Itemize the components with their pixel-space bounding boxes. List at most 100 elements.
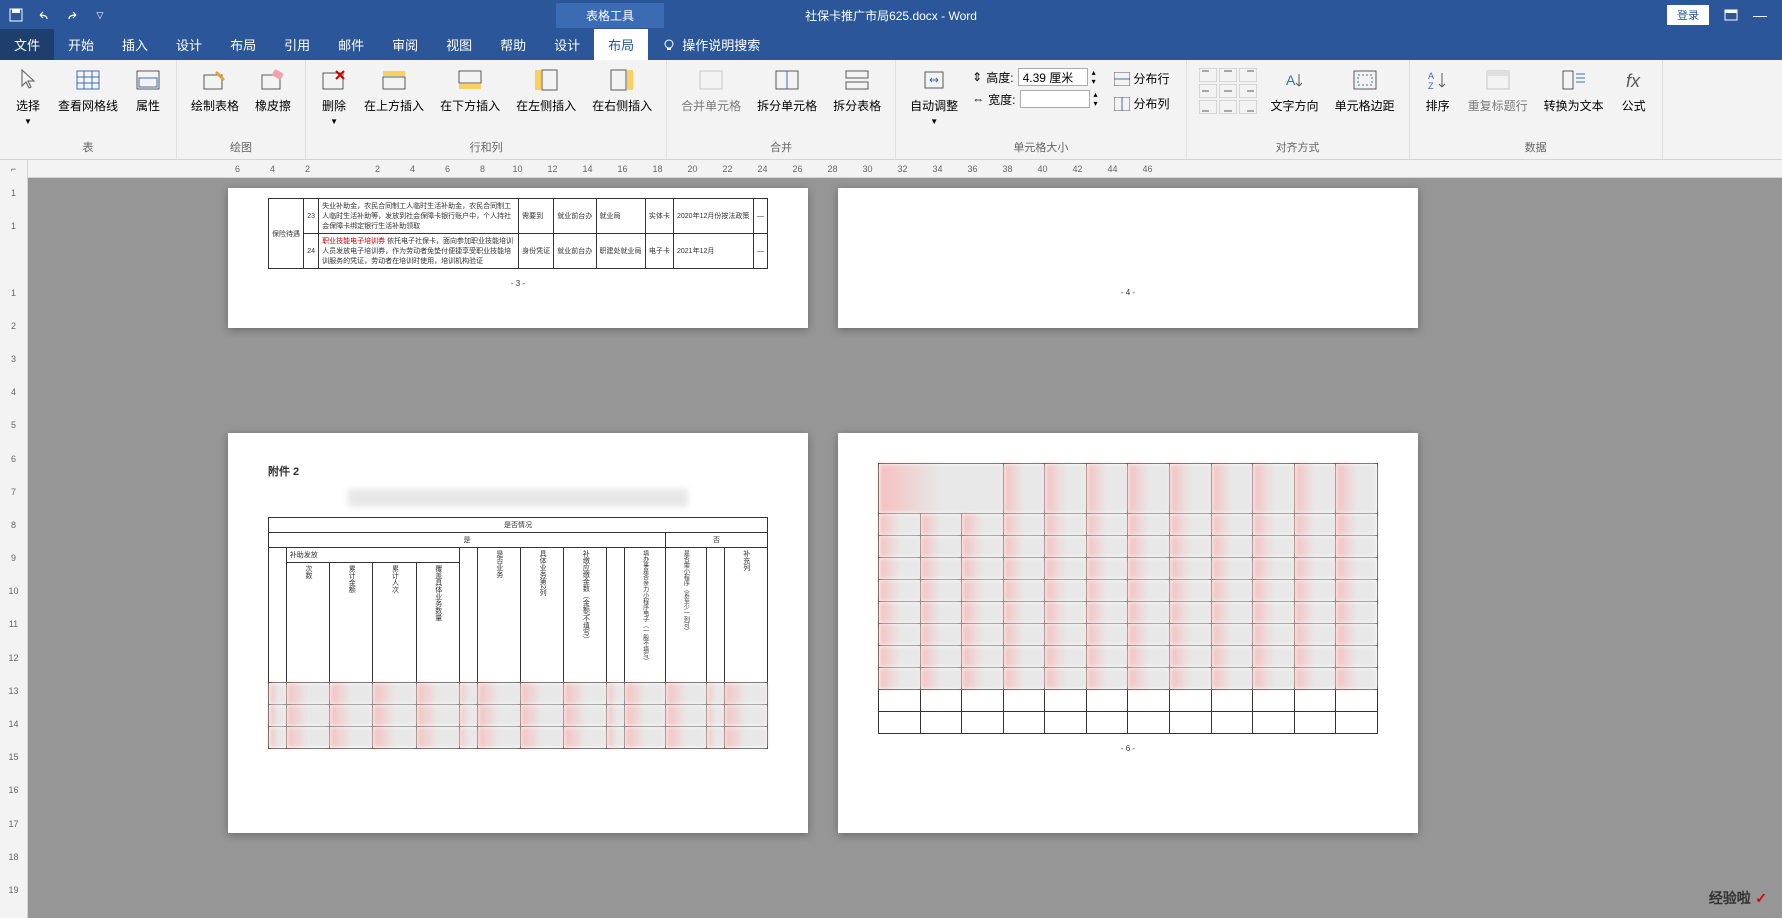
- align-grid[interactable]: [1199, 68, 1257, 82]
- vertical-ruler[interactable]: 1112345678910111213141516171819: [0, 178, 28, 918]
- insert-left-button[interactable]: 在左侧插入: [510, 64, 582, 116]
- insert-below-button[interactable]: 在下方插入: [434, 64, 506, 116]
- repeat-header-icon: [1484, 66, 1512, 94]
- cursor-icon: [14, 66, 42, 94]
- horizontal-ruler[interactable]: ⌐ 64224681012141618202224262830323436384…: [0, 160, 1782, 178]
- tab-home[interactable]: 开始: [54, 29, 108, 60]
- page-number: - 3 -: [268, 279, 768, 288]
- width-icon: ⇔: [972, 92, 984, 106]
- insert-right-button[interactable]: 在右侧插入: [586, 64, 658, 116]
- select-button[interactable]: 选择▼: [8, 64, 48, 128]
- view-gridlines-button[interactable]: 查看网格线: [52, 64, 124, 116]
- login-button[interactable]: 登录: [1667, 5, 1709, 25]
- split-table-icon: [843, 66, 871, 94]
- watermark-url: jingyanla.com: [1712, 907, 1767, 917]
- distribute-rows-button[interactable]: 分布行: [1110, 68, 1174, 89]
- attachment-label: 附件 2: [268, 463, 768, 479]
- group-cellsize-label: 单元格大小: [904, 137, 1177, 157]
- minimize-icon[interactable]: —: [1753, 7, 1767, 23]
- svg-text:fx: fx: [1626, 71, 1641, 91]
- height-icon: ⇕: [972, 70, 982, 84]
- svg-text:A: A: [1428, 71, 1434, 81]
- eraser-button[interactable]: 橡皮擦: [249, 64, 297, 116]
- tab-design[interactable]: 设计: [162, 29, 216, 60]
- width-input-row: ⇔ 宽度: ▴▾: [972, 90, 1097, 108]
- distribute-cols-button[interactable]: 分布列: [1110, 93, 1174, 114]
- tab-insert[interactable]: 插入: [108, 29, 162, 60]
- page-number: - 6 -: [878, 744, 1378, 753]
- spinner-icon[interactable]: ▴▾: [1092, 68, 1096, 86]
- document-page-5[interactable]: 附件 2 是否情况 是否 补助发放 是否业务 具体业务第2列 补缴应缴金数（金额…: [228, 433, 808, 833]
- tab-review[interactable]: 审阅: [378, 29, 432, 60]
- group-data-label: 数据: [1418, 137, 1654, 157]
- properties-button[interactable]: 属性: [128, 64, 168, 116]
- insert-right-icon: [608, 66, 636, 94]
- insert-above-button[interactable]: 在上方插入: [358, 64, 430, 116]
- merge-cells-button: 合并单元格: [675, 64, 747, 116]
- group-draw-label: 绘图: [185, 137, 297, 157]
- convert-icon: [1560, 66, 1588, 94]
- group-merge-label: 合并: [675, 137, 887, 157]
- group-table-label: 表: [8, 137, 168, 157]
- cell-margins-button[interactable]: 单元格边距: [1329, 64, 1401, 116]
- insert-above-icon: [380, 66, 408, 94]
- formula-button[interactable]: fx公式: [1614, 64, 1654, 116]
- svg-text:Z: Z: [1428, 81, 1434, 91]
- properties-icon: [134, 66, 162, 94]
- insert-below-icon: [456, 66, 484, 94]
- group-rowscols-label: 行和列: [314, 137, 658, 157]
- split-cells-button[interactable]: 拆分单元格: [751, 64, 823, 116]
- document-page-6[interactable]: - 6 -: [838, 433, 1418, 833]
- draw-table-button[interactable]: 绘制表格: [185, 64, 245, 116]
- tab-table-design[interactable]: 设计: [540, 29, 594, 60]
- merge-icon: [697, 66, 725, 94]
- split-table-button[interactable]: 拆分表格: [827, 64, 887, 116]
- group-align-label: 对齐方式: [1195, 137, 1401, 157]
- redo-icon[interactable]: [64, 7, 80, 23]
- spinner-icon[interactable]: ▴▾: [1094, 90, 1098, 108]
- document-page-4[interactable]: - 4 -: [838, 188, 1418, 328]
- document-title: 社保卡推广市局625.docx - Word: [805, 7, 977, 24]
- text-direction-button[interactable]: A文字方向: [1265, 64, 1325, 116]
- grid-icon: [74, 66, 102, 94]
- insert-left-icon: [532, 66, 560, 94]
- save-icon[interactable]: [8, 7, 24, 23]
- height-input-row: ⇕ 高度: ▴▾: [972, 68, 1097, 86]
- tab-help[interactable]: 帮助: [486, 29, 540, 60]
- height-input[interactable]: [1018, 68, 1088, 86]
- align-grid-bot[interactable]: [1199, 100, 1257, 114]
- autofit-icon: [920, 66, 948, 94]
- page-number: - 4 -: [878, 288, 1378, 297]
- tab-layout[interactable]: 布局: [216, 29, 270, 60]
- table-row[interactable]: 保险待遇23失业补助金，农民合同制工人临时生活补助金，农民合同制工人临时生活补助…: [269, 199, 768, 234]
- convert-text-button[interactable]: 转换为文本: [1538, 64, 1610, 116]
- document-page-3[interactable]: 保险待遇23失业补助金，农民合同制工人临时生活补助金，农民合同制工人临时生活补助…: [228, 188, 808, 328]
- tab-view[interactable]: 视图: [432, 29, 486, 60]
- margins-icon: [1351, 66, 1379, 94]
- tab-file[interactable]: 文件: [0, 29, 54, 60]
- ribbon-display-icon[interactable]: [1724, 8, 1738, 22]
- document-canvas[interactable]: 保险待遇23失业补助金，农民合同制工人临时生活补助金，农民合同制工人临时生活补助…: [28, 178, 1782, 918]
- split-cells-icon: [773, 66, 801, 94]
- delete-table-icon: [320, 66, 348, 94]
- repeat-header-button: 重复标题行: [1462, 64, 1534, 116]
- autofit-button[interactable]: 自动调整▼: [904, 64, 964, 128]
- table-row[interactable]: 24职业技能电子培训券 依托电子社保卡，面向参加职业技能培训人员发放电子培训券，…: [269, 234, 768, 269]
- qat-dropdown-icon[interactable]: ▽: [92, 7, 108, 23]
- align-grid-mid[interactable]: [1199, 84, 1257, 98]
- tab-table-layout[interactable]: 布局: [594, 29, 648, 60]
- ruler-corner: ⌐: [0, 160, 28, 178]
- width-input[interactable]: [1020, 90, 1090, 108]
- text-dir-icon: A: [1281, 66, 1309, 94]
- svg-text:A: A: [1286, 72, 1296, 88]
- watermark: 经验啦 ✓: [1709, 888, 1767, 908]
- sort-button[interactable]: AZ排序: [1418, 64, 1458, 116]
- delete-button[interactable]: 删除▼: [314, 64, 354, 128]
- tab-mailings[interactable]: 邮件: [324, 29, 378, 60]
- undo-icon[interactable]: [36, 7, 52, 23]
- tell-me-search[interactable]: 操作说明搜索: [648, 29, 774, 60]
- sort-icon: AZ: [1424, 66, 1452, 94]
- formula-icon: fx: [1620, 66, 1648, 94]
- dist-rows-icon: [1114, 72, 1130, 86]
- tab-references[interactable]: 引用: [270, 29, 324, 60]
